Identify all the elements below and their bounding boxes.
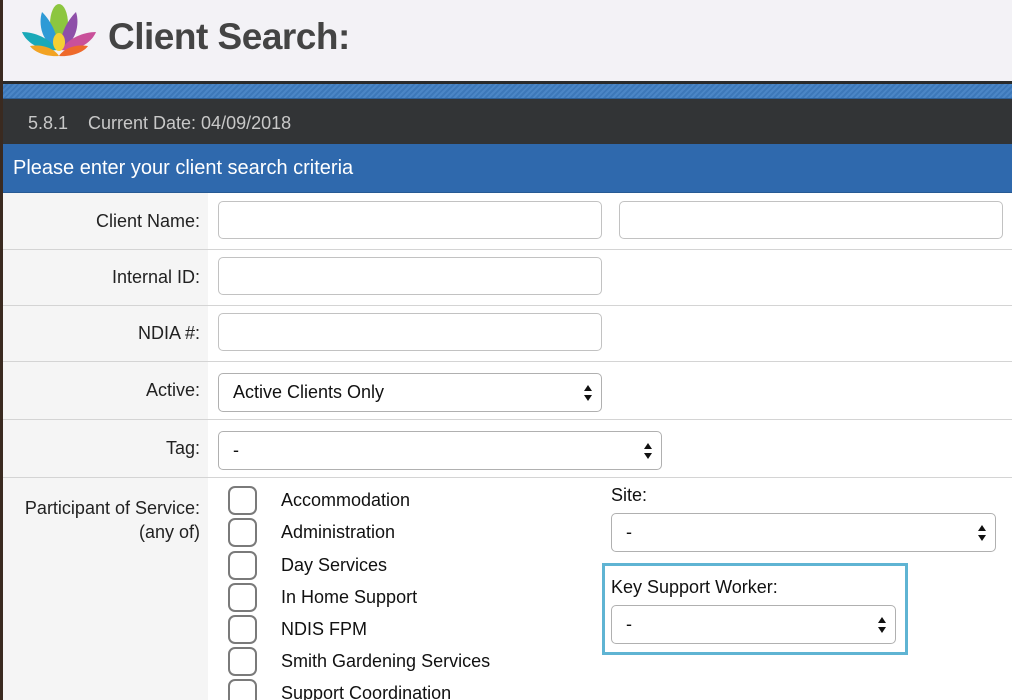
checkbox-smith-gardening[interactable]: [228, 647, 257, 676]
ndia-row: NDIA #:: [3, 306, 1012, 362]
service-label: NDIS FPM: [281, 619, 368, 639]
version-number: 5.8.1: [28, 113, 69, 133]
key-support-worker-value: -: [626, 614, 632, 634]
key-support-worker-select[interactable]: -: [611, 605, 896, 644]
tag-row: Tag: -: [3, 420, 1012, 478]
internal-id-row: Internal ID:: [3, 250, 1012, 306]
tag-label: Tag:: [3, 420, 208, 477]
site-select-value: -: [626, 522, 632, 542]
service-label: Support Coordination: [281, 683, 452, 700]
site-label: Site:: [611, 485, 648, 505]
tag-select-value: -: [233, 440, 239, 460]
search-criteria-header: Please enter your client search criteria: [3, 144, 1012, 193]
client-first-name-input[interactable]: [218, 201, 602, 239]
select-arrows-icon: [978, 525, 986, 541]
decorative-stripe: [3, 84, 1012, 99]
internal-id-label: Internal ID:: [3, 250, 208, 305]
participant-label: Participant of Service:: [24, 498, 200, 518]
key-support-worker-highlight: Key Support Worker: -: [602, 563, 908, 655]
participant-sublabel: (any of): [138, 522, 200, 542]
service-label: Day Services: [281, 555, 388, 575]
checkbox-day-services[interactable]: [228, 551, 257, 580]
page-header: Client Search:: [3, 0, 1012, 82]
service-label: Accommodation: [281, 490, 411, 510]
site-select[interactable]: -: [611, 513, 996, 552]
key-support-worker-label: Key Support Worker:: [611, 577, 778, 597]
version-bar: 5.8.1 Current Date: 04/09/2018: [3, 99, 1012, 144]
checkbox-in-home-support[interactable]: [228, 583, 257, 612]
checkbox-ndis-fpm[interactable]: [228, 615, 257, 644]
service-label: In Home Support: [281, 587, 418, 607]
select-arrows-icon: [878, 617, 886, 633]
active-select-value: Active Clients Only: [233, 382, 385, 402]
checkbox-administration[interactable]: [228, 518, 257, 547]
client-last-name-input[interactable]: [619, 201, 1003, 239]
participant-label-block: Participant of Service: (any of): [3, 478, 208, 700]
active-select[interactable]: Active Clients Only: [218, 373, 602, 412]
client-name-label: Client Name:: [3, 193, 208, 249]
internal-id-input[interactable]: [218, 257, 602, 295]
checkbox-support-coordination[interactable]: [228, 679, 257, 700]
ndia-label: NDIA #:: [3, 306, 208, 361]
client-name-row: Client Name:: [3, 193, 1012, 250]
active-row: Active: Active Clients Only: [3, 362, 1012, 420]
service-label: Administration: [281, 522, 396, 542]
lotus-logo-icon: [22, 4, 96, 57]
client-search-page: Client Search: 5.8.1 Current Date: 04/09…: [3, 0, 1012, 700]
active-label: Active:: [3, 362, 208, 419]
ndia-input[interactable]: [218, 313, 602, 351]
tag-select[interactable]: -: [218, 431, 662, 470]
checkbox-accommodation[interactable]: [228, 486, 257, 515]
service-label: Smith Gardening Services: [281, 651, 491, 671]
page-title: Client Search:: [108, 16, 350, 57]
select-arrows-icon: [584, 385, 592, 401]
select-arrows-icon: [644, 443, 652, 459]
current-date: Current Date: 04/09/2018: [88, 113, 292, 133]
